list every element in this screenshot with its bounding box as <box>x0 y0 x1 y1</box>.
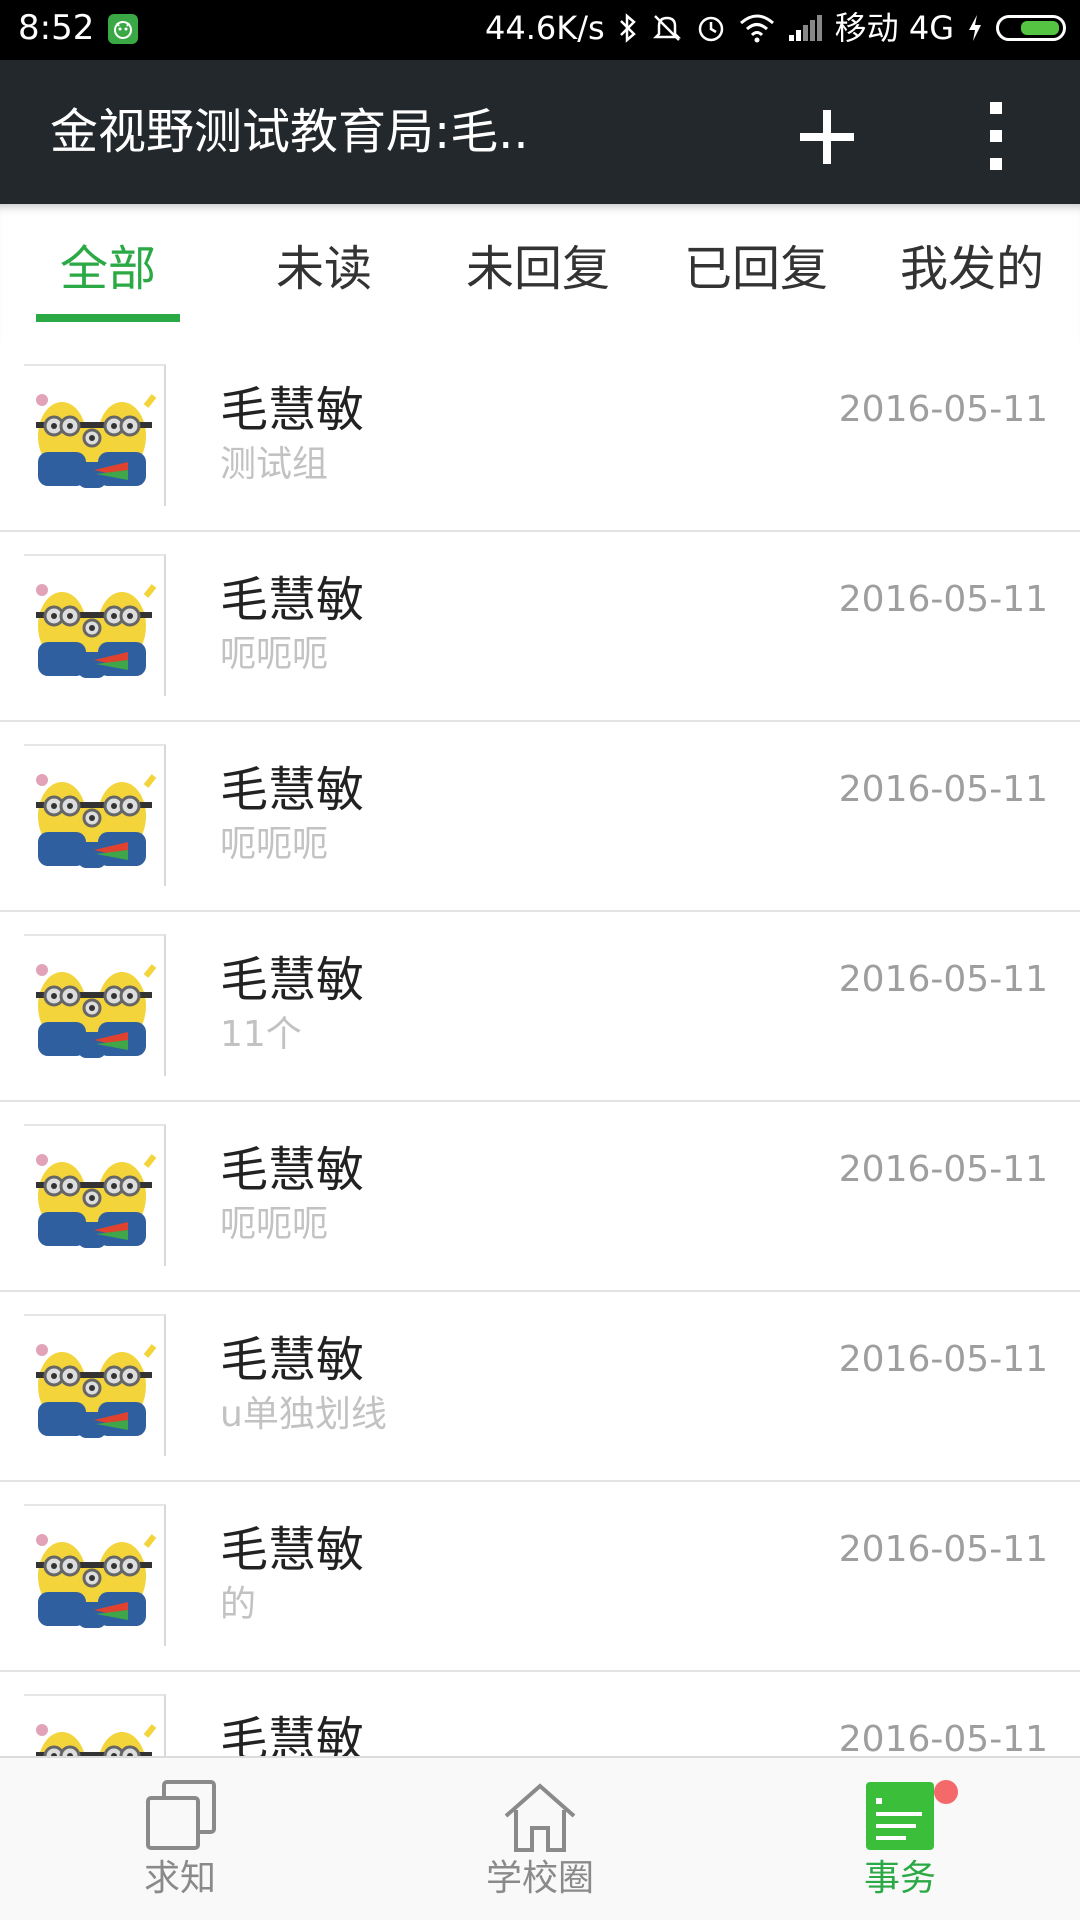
avatar <box>24 1124 166 1266</box>
more-options-button[interactable] <box>976 96 1016 176</box>
sender-name: 毛慧敏 <box>220 572 365 628</box>
home-icon <box>504 1783 576 1852</box>
overflow-menu-icon <box>990 102 1002 170</box>
message-date: 2016-05-11 <box>838 579 1048 620</box>
sender-name: 毛慧敏 <box>220 382 365 438</box>
nav-affairs[interactable]: 事务 <box>800 1758 1000 1922</box>
tab-sent[interactable]: 我发的 <box>874 204 1070 342</box>
status-bar: 8:52 44.6K/s 移动 4G <box>0 0 1080 60</box>
plus-icon <box>800 110 854 164</box>
app-notification-icon <box>108 14 138 44</box>
sender-name: 毛慧敏 <box>220 952 365 1008</box>
message-preview: 呃呃呃 <box>220 824 329 865</box>
avatar <box>24 364 166 506</box>
tab-unread[interactable]: 未读 <box>226 204 422 342</box>
notification-badge <box>934 1780 958 1804</box>
message-date: 2016-05-11 <box>838 959 1048 1000</box>
nav-label: 学校圈 <box>485 1858 594 1899</box>
nav-label: 事务 <box>863 1858 936 1899</box>
message-preview: 测试组 <box>220 444 329 485</box>
list-item[interactable]: 毛慧敏 呃呃呃 2016-05-11 <box>0 722 1080 912</box>
charging-icon <box>969 15 981 41</box>
avatar <box>24 744 166 886</box>
message-date: 2016-05-11 <box>838 389 1048 430</box>
active-tab-indicator <box>36 314 180 322</box>
tab-replied[interactable]: 已回复 <box>658 204 854 342</box>
bluetooth-icon <box>619 13 636 43</box>
sender-name: 毛慧敏 <box>220 762 365 818</box>
sender-name: 毛慧敏 <box>220 1142 365 1198</box>
nav-label: 求知 <box>143 1858 216 1899</box>
avatar <box>24 1314 166 1456</box>
status-time: 8:52 <box>18 8 95 48</box>
page-title: 金视野测试教育局:毛.. <box>50 104 529 160</box>
sender-name: 毛慧敏 <box>220 1332 365 1388</box>
carrier-label: 移动 4G <box>834 9 954 47</box>
message-date: 2016-05-11 <box>838 1529 1048 1570</box>
battery-icon <box>996 15 1066 41</box>
list-item[interactable]: 毛慧敏 呃呃呃 2016-05-11 <box>0 532 1080 722</box>
add-button[interactable] <box>790 100 864 174</box>
document-list-icon <box>866 1782 934 1850</box>
message-preview: 呃呃呃 <box>220 1204 329 1245</box>
wifi-icon <box>739 14 774 43</box>
avatar <box>24 1694 166 1756</box>
message-date: 2016-05-11 <box>838 1339 1048 1380</box>
app-bar: 金视野测试教育局:毛.. <box>0 60 1080 204</box>
list-item[interactable]: 毛慧敏 11个 2016-05-11 <box>0 912 1080 1102</box>
signal-icon <box>788 15 822 41</box>
copy-squares-icon <box>146 1780 216 1850</box>
avatar <box>24 1504 166 1646</box>
mute-icon <box>652 15 681 41</box>
list-item[interactable]: 毛慧敏 u单独划线 2016-05-11 <box>0 1292 1080 1482</box>
network-speed: 44.6K/s <box>484 9 605 47</box>
list-item[interactable]: 毛慧敏 呃呃呃 2016-05-11 <box>0 1102 1080 1292</box>
avatar <box>24 554 166 696</box>
message-date: 2016-05-11 <box>838 769 1048 810</box>
filter-tabs: 全部 未读 未回复 已回复 我发的 <box>0 204 1080 344</box>
nav-school-circle[interactable]: 学校圈 <box>440 1758 640 1922</box>
message-preview: 呃呃呃 <box>220 634 329 675</box>
sender-name: 毛慧敏 <box>220 1522 365 1578</box>
message-date: 2016-05-11 <box>838 1149 1048 1190</box>
sender-name: 毛慧敏 <box>220 1712 365 1756</box>
tab-unreplied[interactable]: 未回复 <box>440 204 636 342</box>
avatar <box>24 934 166 1076</box>
list-item[interactable]: 毛慧敏 2016-05-11 <box>0 1672 1080 1756</box>
bottom-navigation: 求知 学校圈 事务 <box>0 1756 1080 1920</box>
message-list: 毛慧敏 测试组 2016-05-11 毛慧敏 呃呃呃 2016-05-11 毛慧… <box>0 342 1080 1756</box>
alarm-icon <box>698 16 723 42</box>
list-item[interactable]: 毛慧敏 的 2016-05-11 <box>0 1482 1080 1672</box>
nav-qiuzhi[interactable]: 求知 <box>80 1758 280 1922</box>
message-preview: 的 <box>220 1584 257 1625</box>
list-item[interactable]: 毛慧敏 测试组 2016-05-11 <box>0 342 1080 532</box>
message-preview: 11个 <box>220 1014 302 1055</box>
message-preview: u单独划线 <box>220 1394 387 1435</box>
message-date: 2016-05-11 <box>838 1719 1048 1756</box>
